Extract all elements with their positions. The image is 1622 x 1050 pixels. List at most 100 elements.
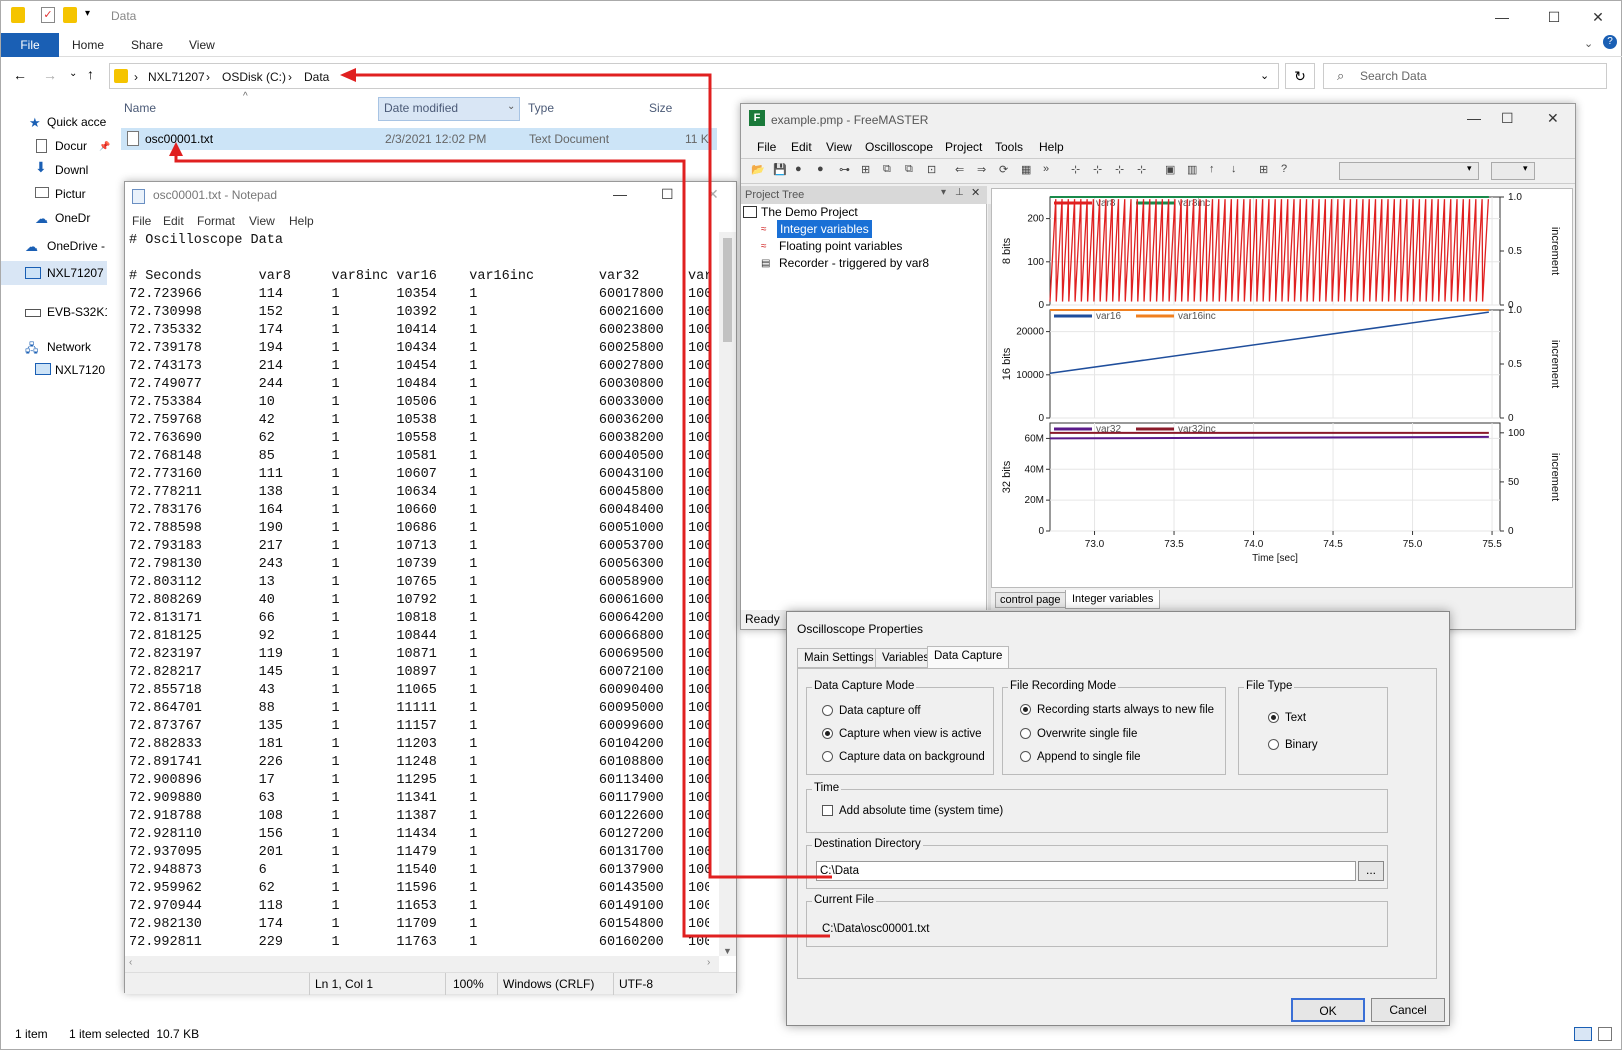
- chevron-down-icon[interactable]: ▾: [1523, 163, 1528, 174]
- toolbar-button-19[interactable]: ▥: [1187, 163, 1203, 179]
- toolbar-button-20[interactable]: ↑: [1209, 163, 1225, 179]
- checkbox-absolute-time[interactable]: Add absolute time (system time): [822, 805, 1003, 817]
- radio-capture-off[interactable]: Data capture off: [822, 705, 921, 717]
- cancel-button[interactable]: Cancel: [1371, 998, 1445, 1022]
- menu-oscilloscope[interactable]: Oscilloscope: [865, 140, 933, 154]
- column-name[interactable]: Name: [124, 101, 156, 115]
- scrollbar-thumb[interactable]: [723, 238, 732, 342]
- close-icon[interactable]: ✕: [1547, 110, 1559, 127]
- breadcrumb-osdisk[interactable]: OSDisk (C:): [222, 70, 286, 84]
- menu-tools[interactable]: Tools: [995, 140, 1023, 154]
- forward-icon[interactable]: →: [43, 67, 57, 83]
- chevron-down-icon[interactable]: ⌄: [507, 101, 515, 112]
- toolbar-button-11[interactable]: ⟳: [999, 163, 1015, 179]
- toolbar-combo[interactable]: [1339, 162, 1479, 180]
- pane-dropdown-icon[interactable]: ▾: [941, 187, 946, 198]
- tab-control-page[interactable]: control page: [995, 592, 1066, 608]
- nav-onedrive-business[interactable]: OneDrive -: [47, 235, 107, 257]
- tree-integer-variables[interactable]: Integer variables: [777, 220, 872, 238]
- radio-text[interactable]: Text: [1268, 712, 1306, 724]
- recent-dropdown-icon[interactable]: ⌄: [69, 68, 77, 79]
- radio-overwrite[interactable]: Overwrite single file: [1020, 728, 1137, 740]
- chevron-down-icon[interactable]: ▾: [1467, 163, 1472, 174]
- nav-onedrive[interactable]: OneDr: [55, 207, 95, 229]
- refresh-icon[interactable]: ↻: [1285, 63, 1315, 89]
- nav-this-pc[interactable]: NXL71207: [47, 262, 107, 284]
- toolbar-button-21[interactable]: ↓: [1231, 163, 1247, 179]
- menu-view[interactable]: View: [249, 214, 275, 228]
- menu-view[interactable]: View: [826, 140, 852, 154]
- toolbar-button-22[interactable]: ⊞: [1259, 163, 1275, 179]
- column-size[interactable]: Size: [649, 101, 672, 115]
- toolbar-button-2[interactable]: ●: [795, 163, 811, 179]
- up-icon[interactable]: ↑: [87, 66, 94, 82]
- ribbon-expand-icon[interactable]: ⌄: [1584, 37, 1593, 50]
- properties-icon[interactable]: ✓: [41, 7, 55, 23]
- column-type[interactable]: Type: [528, 101, 554, 115]
- toolbar-button-5[interactable]: ⊞: [861, 163, 877, 179]
- tree-demo-project[interactable]: The Demo Project: [761, 203, 858, 221]
- breadcrumb-nxl71207[interactable]: NXL71207: [148, 70, 205, 84]
- radio-append[interactable]: Append to single file: [1020, 751, 1141, 763]
- toolbar-button-9[interactable]: ⇐: [955, 163, 971, 179]
- nav-documents[interactable]: Docur: [55, 135, 95, 157]
- search-input[interactable]: Search Data: [1323, 63, 1607, 89]
- toolbar-button-13[interactable]: »: [1043, 163, 1059, 179]
- ok-button[interactable]: OK: [1291, 998, 1365, 1022]
- menu-format[interactable]: Format: [197, 214, 235, 228]
- toolbar-combo-small[interactable]: [1491, 162, 1535, 180]
- nav-network-pc[interactable]: NXL7120: [55, 359, 107, 381]
- toolbar-button-1[interactable]: 💾: [773, 163, 789, 179]
- new-folder-icon[interactable]: [63, 7, 77, 23]
- tab-integer-variables[interactable]: Integer variables: [1065, 590, 1161, 609]
- destination-input[interactable]: C:\Data: [816, 861, 1356, 881]
- help-icon[interactable]: ?: [1603, 35, 1617, 49]
- ribbon-tab-file[interactable]: File: [1, 33, 59, 57]
- radio-record-new-file[interactable]: Recording starts always to new file: [1020, 704, 1214, 716]
- tab-data-capture[interactable]: Data Capture: [927, 646, 1010, 668]
- toolbar-button-17[interactable]: ⊹: [1137, 163, 1153, 179]
- ribbon-tab-view[interactable]: View: [189, 38, 215, 52]
- horizontal-scrollbar[interactable]: ‹ ›: [125, 956, 719, 972]
- toolbar-button-14[interactable]: ⊹: [1071, 163, 1087, 179]
- oscilloscope-plot[interactable]: 0 100 200 0 0.5 1.0 8 bits increment var8 var8inc…: [991, 188, 1573, 588]
- radio-binary[interactable]: Binary: [1268, 739, 1318, 751]
- minimize-icon[interactable]: —: [1467, 110, 1481, 126]
- menu-edit[interactable]: Edit: [791, 140, 812, 154]
- scroll-down-icon[interactable]: ▼: [723, 946, 732, 956]
- toolbar-button-3[interactable]: ●: [817, 163, 833, 179]
- quick-access-dropdown-icon[interactable]: ▾: [85, 8, 90, 19]
- ribbon-tab-share[interactable]: Share: [131, 38, 163, 52]
- toolbar-button-6[interactable]: ⧉: [883, 163, 899, 179]
- menu-file[interactable]: File: [757, 140, 776, 154]
- toolbar-button-8[interactable]: ⊡: [927, 163, 943, 179]
- maximize-icon[interactable]: ☐: [661, 186, 674, 203]
- breadcrumb-data[interactable]: Data: [304, 70, 329, 84]
- nav-quick-access[interactable]: Quick acce: [47, 111, 107, 133]
- toolbar-button-15[interactable]: ⊹: [1093, 163, 1109, 179]
- toolbar-button-16[interactable]: ⊹: [1115, 163, 1131, 179]
- menu-edit[interactable]: Edit: [163, 214, 184, 228]
- tree-recorder[interactable]: Recorder - triggered by var8: [779, 254, 929, 272]
- nav-network[interactable]: Network: [47, 336, 107, 358]
- browse-button[interactable]: ...: [1358, 861, 1384, 881]
- menu-file[interactable]: File: [132, 214, 151, 228]
- menu-help[interactable]: Help: [289, 214, 314, 228]
- toolbar-button-23[interactable]: ?: [1281, 163, 1297, 179]
- close-icon[interactable]: ✕: [971, 186, 980, 199]
- nav-pictures[interactable]: Pictur: [55, 183, 95, 205]
- scroll-right-icon[interactable]: ›: [707, 957, 710, 968]
- scroll-left-icon[interactable]: ‹: [129, 957, 132, 968]
- radio-capture-active[interactable]: Capture when view is active: [822, 728, 982, 740]
- address-dropdown-icon[interactable]: ⌄: [1260, 69, 1269, 82]
- menu-project[interactable]: Project: [945, 140, 982, 154]
- tree-floating-point-variables[interactable]: Floating point variables: [779, 237, 902, 255]
- radio-capture-background[interactable]: Capture data on background: [822, 751, 985, 763]
- close-icon[interactable]: ✕: [1575, 5, 1621, 29]
- toolbar-button-10[interactable]: ⇒: [977, 163, 993, 179]
- file-row[interactable]: osc00001.txt 2/3/2021 12:02 PM Text Docu…: [121, 128, 717, 150]
- close-icon[interactable]: ✕: [707, 186, 719, 203]
- toolbar-button-7[interactable]: ⧉: [905, 163, 921, 179]
- toolbar-button-12[interactable]: ▦: [1021, 163, 1037, 179]
- toolbar-button-0[interactable]: 📂: [751, 163, 767, 179]
